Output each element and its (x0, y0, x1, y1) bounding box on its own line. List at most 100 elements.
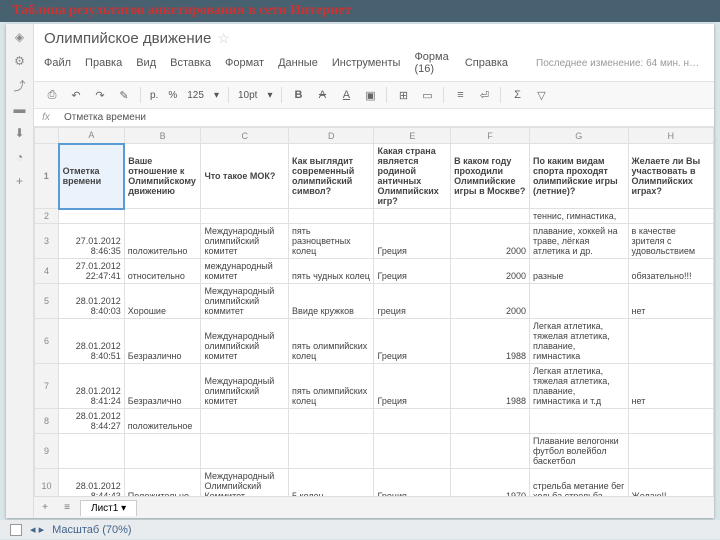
percent-btn[interactable]: % (165, 90, 180, 101)
borders-icon[interactable]: ⊞ (393, 85, 413, 105)
cell[interactable]: Международный олимпийский комитет (201, 224, 289, 259)
cell[interactable]: Ввиде кружков (289, 284, 374, 319)
cell[interactable] (201, 209, 289, 224)
cell-E1[interactable]: Какая страна является родиной античных О… (374, 144, 451, 209)
table-row[interactable]: 9 Плавание велогонки футбол волейбол баск… (35, 434, 714, 469)
cell[interactable]: Греция (374, 224, 451, 259)
cell[interactable]: положительное (124, 409, 201, 434)
wrap-icon[interactable]: ⏎ (474, 85, 494, 105)
fx-value[interactable]: Отметка времени (58, 109, 152, 126)
star-icon[interactable]: ☆ (217, 30, 230, 47)
cell[interactable]: теннис, гимнастика, (529, 209, 628, 224)
bookmark-icon[interactable]: ◈ (13, 30, 27, 44)
align-icon[interactable]: ≡ (450, 85, 470, 105)
note-icon[interactable]: ▬ (13, 102, 27, 116)
row-number[interactable]: 6 (35, 319, 59, 364)
cell[interactable] (124, 434, 201, 469)
cell[interactable]: пять олимпийских колец (289, 319, 374, 364)
cell[interactable]: в качестве зрителя с удовольствием (628, 224, 713, 259)
menu-view[interactable]: Вид (136, 57, 156, 69)
cell[interactable] (124, 209, 201, 224)
col-D[interactable]: D (289, 128, 374, 144)
col-F[interactable]: F (451, 128, 530, 144)
cell[interactable]: 28.01.2012 8:44:43 (59, 469, 125, 497)
table-row[interactable]: 1028.01.2012 8:44:43ПоложительноМеждунар… (35, 469, 714, 497)
share-icon[interactable]: ⤴ (13, 78, 27, 92)
row-number[interactable]: 7 (35, 364, 59, 409)
cell[interactable] (628, 409, 713, 434)
bold-icon[interactable]: B (288, 85, 308, 105)
cell[interactable]: нет (628, 364, 713, 409)
cell[interactable]: Греция (374, 259, 451, 284)
cell[interactable]: Безразлично (124, 364, 201, 409)
col-A[interactable]: A (59, 128, 125, 144)
col-C[interactable]: C (201, 128, 289, 144)
font-size[interactable]: 10pt (235, 90, 260, 101)
cell[interactable] (289, 434, 374, 469)
table-row[interactable]: 327.01.2012 8:46:35положительноМеждунаро… (35, 224, 714, 259)
table-row[interactable]: 728.01.2012 8:41:24БезразличноМеждународ… (35, 364, 714, 409)
clock-icon[interactable]: ◔ (13, 150, 27, 164)
menu-tools[interactable]: Инструменты (332, 57, 401, 69)
cell[interactable]: Легкая атлетика, тяжелая атлетика, плава… (529, 319, 628, 364)
presentation-icon[interactable] (10, 524, 22, 536)
merge-icon[interactable]: ▭ (417, 85, 437, 105)
spreadsheet-grid[interactable]: A B C D E F G H 1 Отметка времени Ваше о… (34, 127, 714, 496)
formula-bar[interactable]: fx Отметка времени (34, 109, 714, 127)
cell[interactable]: Плавание велогонки футбол волейбол баске… (529, 434, 628, 469)
insert-func-icon[interactable]: Σ (507, 85, 527, 105)
cell-B1[interactable]: Ваше отношение к Олимпийскому движению (124, 144, 201, 209)
cell[interactable]: пять чудных колец (289, 259, 374, 284)
table-row[interactable]: 427.01.2012 22:47:41относительномеждунар… (35, 259, 714, 284)
row-number[interactable]: 4 (35, 259, 59, 284)
cell[interactable]: 1988 (451, 364, 530, 409)
cell[interactable]: пять разноцветных колец (289, 224, 374, 259)
cell[interactable]: 2000 (451, 284, 530, 319)
table-row[interactable]: 628.01.2012 8:40:51БезразличноМеждународ… (35, 319, 714, 364)
row-number[interactable]: 8 (35, 409, 59, 434)
cell[interactable]: 1970 (451, 469, 530, 497)
currency-btn[interactable]: р. (147, 90, 161, 101)
cell[interactable]: плавание, хоккей на траве, лёгкая атлети… (529, 224, 628, 259)
redo-icon[interactable]: ↷ (90, 85, 110, 105)
download-icon[interactable]: ⬇ (13, 126, 27, 140)
cell[interactable]: Греция (374, 364, 451, 409)
table-row[interactable]: 528.01.2012 8:40:03ХорошиеМеждународный … (35, 284, 714, 319)
row-number[interactable]: 10 (35, 469, 59, 497)
cell[interactable]: 1988 (451, 319, 530, 364)
strike-icon[interactable]: A (312, 85, 332, 105)
col-H[interactable]: H (628, 128, 713, 144)
fill-color-icon[interactable]: ▣ (360, 85, 380, 105)
column-header-row[interactable]: A B C D E F G H (35, 128, 714, 144)
cell[interactable] (628, 434, 713, 469)
cell[interactable] (451, 209, 530, 224)
cell[interactable]: Международный олимпийский комитет (201, 364, 289, 409)
zoom-value[interactable]: 125 (184, 90, 207, 101)
col-B[interactable]: B (124, 128, 201, 144)
cell[interactable]: разные (529, 259, 628, 284)
grid-table[interactable]: A B C D E F G H 1 Отметка времени Ваше о… (34, 127, 714, 496)
cell[interactable]: 28.01.2012 8:40:03 (59, 284, 125, 319)
cell[interactable] (451, 409, 530, 434)
sheet-tab-1[interactable]: Лист1 ▾ (80, 500, 137, 516)
row-number[interactable]: 2 (35, 209, 59, 224)
cell[interactable] (529, 409, 628, 434)
cell-H1[interactable]: Желаете ли Вы участвовать в Олимпийских … (628, 144, 713, 209)
cell[interactable]: Международный олимпийский коммитет (201, 284, 289, 319)
plus-icon[interactable]: + (13, 174, 27, 188)
header-row[interactable]: 1 Отметка времени Ваше отношение к Олимп… (35, 144, 714, 209)
table-row[interactable]: 828.01.2012 8:44:27положительное (35, 409, 714, 434)
text-color-icon[interactable]: A (336, 85, 356, 105)
cell-A1[interactable]: Отметка времени (59, 144, 125, 209)
cell[interactable]: 28.01.2012 8:41:24 (59, 364, 125, 409)
cell[interactable]: Греция (374, 469, 451, 497)
add-sheet-button[interactable]: + (34, 502, 56, 513)
cell[interactable]: 27.01.2012 22:47:41 (59, 259, 125, 284)
cell[interactable] (201, 409, 289, 434)
cell[interactable]: стрельба метание бег ходьба стрельба (529, 469, 628, 497)
cell[interactable]: 2000 (451, 224, 530, 259)
menu-format[interactable]: Формат (225, 57, 264, 69)
cell[interactable] (201, 434, 289, 469)
cell[interactable] (374, 434, 451, 469)
row-number[interactable]: 9 (35, 434, 59, 469)
